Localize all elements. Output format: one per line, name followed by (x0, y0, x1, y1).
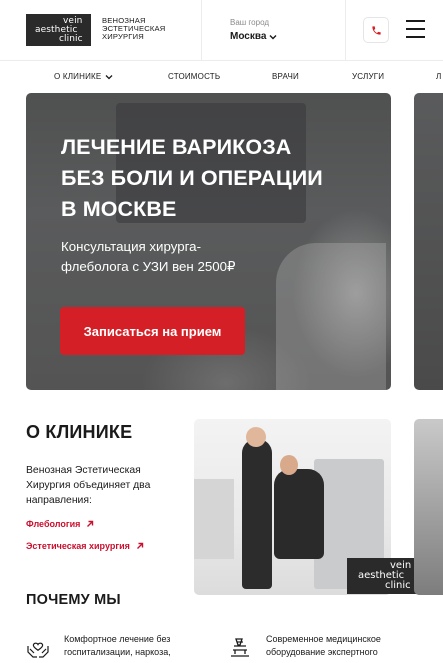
hero-title-line: В МОСКВЕ (61, 197, 177, 221)
city-selector[interactable]: Москва (230, 31, 277, 42)
hero-background-image (276, 243, 386, 390)
microscope-icon (231, 638, 249, 657)
nav-item-about[interactable]: О КЛИНИКЕ (54, 72, 113, 81)
hero-title: ЛЕЧЕНИЕ ВАРИКОЗА БЕЗ БОЛИ И ОПЕРАЦИИ В М… (61, 132, 361, 225)
link-phlebology[interactable]: Флебология (26, 519, 94, 529)
nav-item-doctors[interactable]: ВРАЧИ (272, 72, 299, 81)
nav-item-more[interactable]: Л (436, 72, 441, 81)
hero-subtitle: Консультация хирурга- флеболога с УЗИ ве… (61, 237, 291, 277)
feature-text: Комфортное лечение без госпитализации, н… (64, 633, 171, 659)
logo-text: ВЕНОЗНАЯ ЭСТЕТИЧЕСКАЯ ХИРУРГИЯ (102, 16, 165, 42)
heart-hands-icon (27, 642, 49, 658)
main-nav: О КЛИНИКЕ СТОИМОСТЬ ВРАЧИ УСЛУГИ Л (0, 61, 443, 93)
logo-line-3: clinic (59, 34, 83, 44)
logo[interactable]: vein aesthetic clinic (26, 14, 91, 46)
phone-button[interactable] (363, 17, 389, 43)
feature-text: Современное медицинское оборудование экс… (266, 633, 381, 659)
link-aesthetic-surgery[interactable]: Эстетическая хирургия (26, 541, 144, 551)
city-label: Ваш город (230, 18, 270, 27)
photo-logo: vein aesthetic clinic (347, 558, 422, 594)
hero-subtitle-line: Консультация хирурга- (61, 239, 202, 254)
about-description-line: направления: (26, 495, 92, 506)
arrow-up-right-icon (87, 520, 94, 527)
nav-item-label: СТОИМОСТЬ (168, 72, 221, 81)
chevron-down-icon (269, 34, 277, 39)
phone-icon (371, 25, 381, 35)
book-appointment-button[interactable]: Записаться на прием (60, 307, 245, 355)
header-divider (345, 0, 346, 61)
next-clinic-photo[interactable] (414, 419, 443, 595)
nav-item-prices[interactable]: СТОИМОСТЬ (168, 72, 220, 81)
hero-title-line: ЛЕЧЕНИЕ ВАРИКОЗА (61, 135, 292, 159)
hero-title-line: БЕЗ БОЛИ И ОПЕРАЦИИ (61, 166, 323, 190)
nav-item-label: О КЛИНИКЕ (54, 72, 102, 81)
nav-item-services[interactable]: УСЛУГИ (352, 72, 384, 81)
burger-menu-icon[interactable] (406, 20, 425, 38)
hero-banner: ЛЕЧЕНИЕ ВАРИКОЗА БЕЗ БОЛИ И ОПЕРАЦИИ В М… (26, 93, 391, 390)
arrow-up-right-icon (136, 542, 144, 549)
site-header: vein aesthetic clinic ВЕНОЗНАЯ ЭСТЕТИЧЕС… (0, 0, 443, 61)
link-label: Эстетическая хирургия (26, 541, 130, 551)
header-divider (201, 0, 202, 61)
feature-text-line: Современное медицинское (266, 634, 381, 644)
nav-item-label: УСЛУГИ (352, 72, 385, 81)
chevron-down-icon (105, 74, 113, 79)
why-us-title: ПОЧЕМУ МЫ (26, 592, 121, 608)
logo-text-line: ХИРУРГИЯ (102, 32, 144, 42)
logo-line-3: clinic (385, 580, 411, 591)
city-value: Москва (230, 31, 267, 42)
link-label: Флебология (26, 519, 81, 529)
about-title: О КЛИНИКЕ (26, 422, 133, 442)
feature-text-line: оборудование экспертного (266, 647, 378, 657)
nav-item-label: Л (436, 72, 442, 81)
next-hero-slide[interactable] (414, 93, 443, 390)
hero-subtitle-line: флеболога с УЗИ вен 2500₽ (61, 259, 236, 274)
nav-item-label: ВРАЧИ (272, 72, 299, 81)
feature-text-line: Комфортное лечение без (64, 634, 171, 644)
about-description: Венозная Эстетическая Хирургия объединяе… (26, 463, 186, 508)
feature-text-line: госпитализации, наркоза, (64, 647, 171, 657)
about-description-line: Венозная Эстетическая (26, 465, 141, 476)
about-description-line: Хирургия объединяет два (26, 480, 151, 491)
